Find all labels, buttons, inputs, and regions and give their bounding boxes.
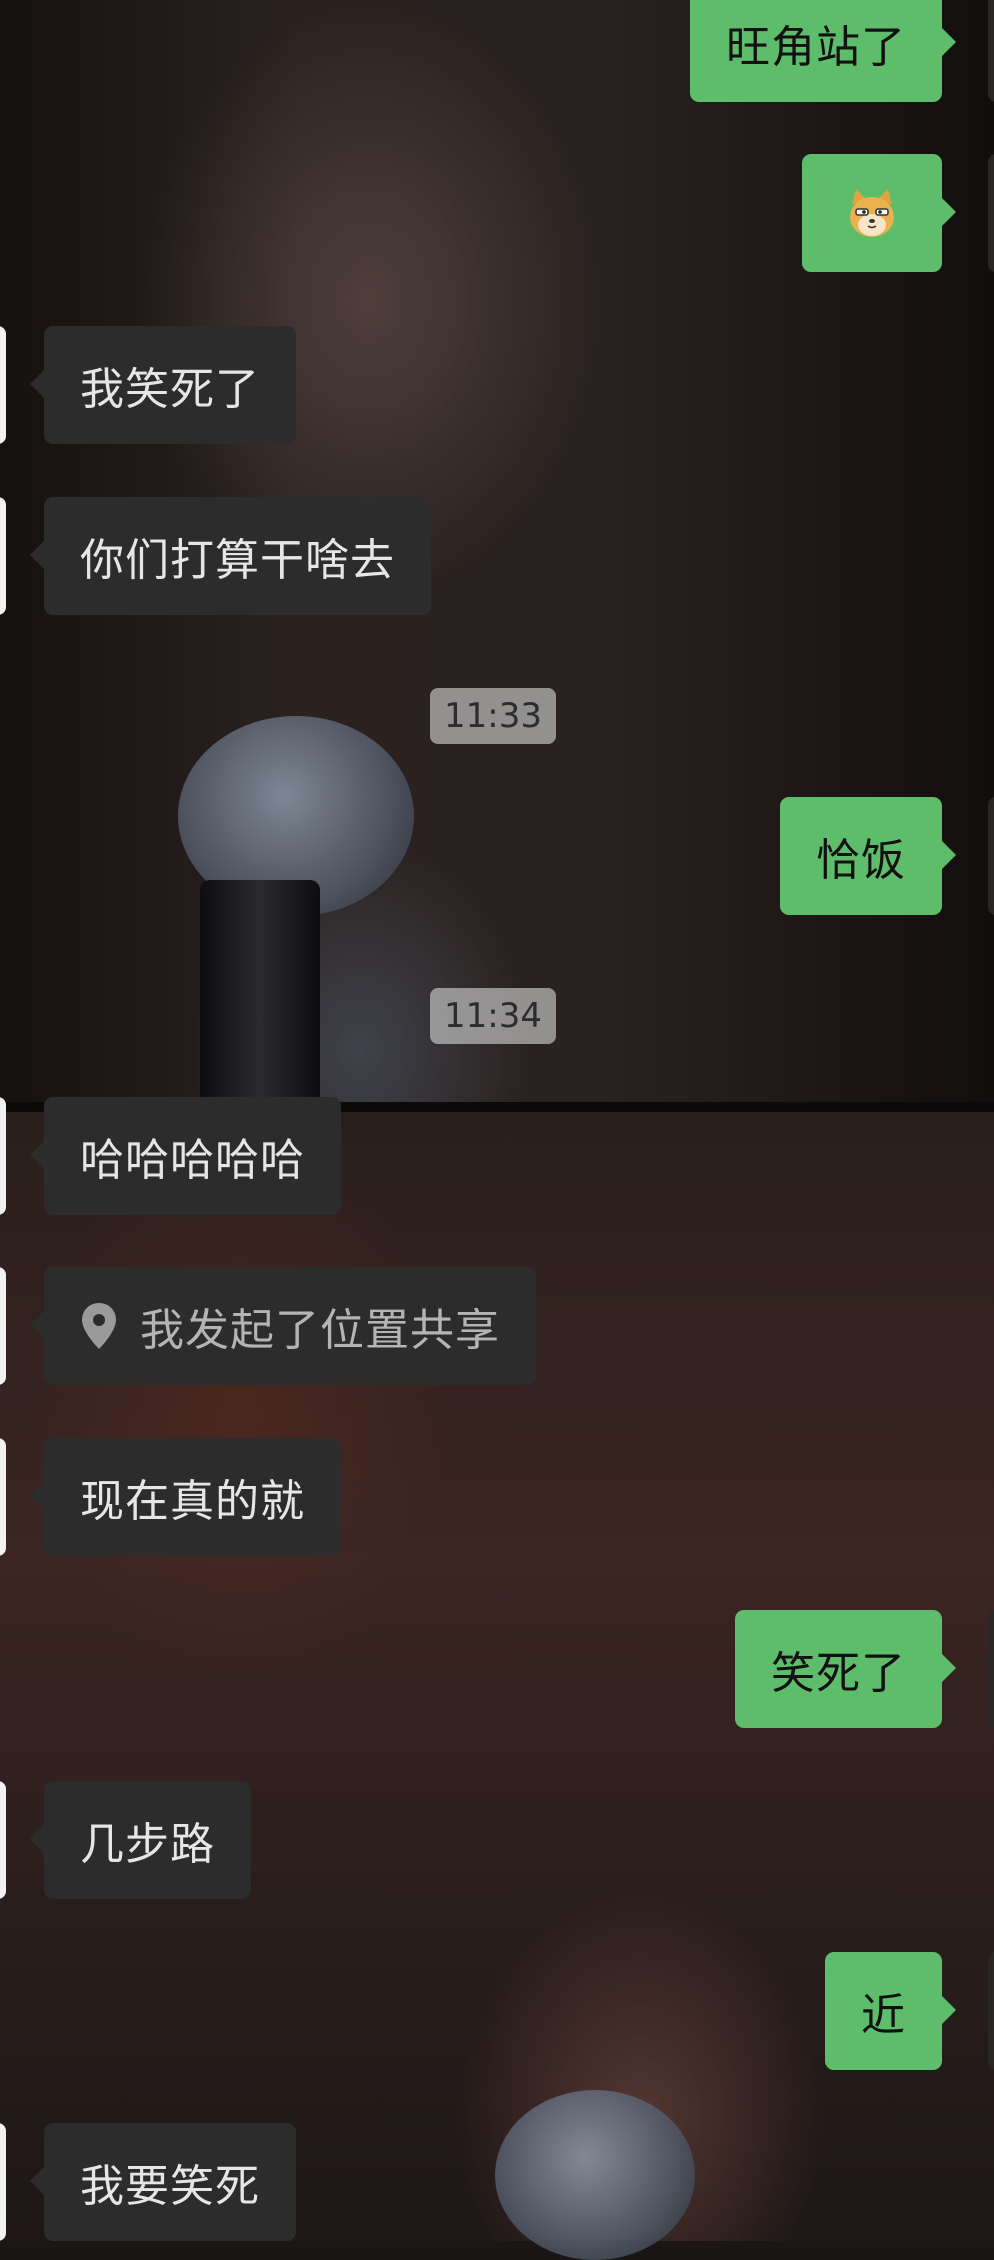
timestamp: 11:34: [430, 988, 556, 1044]
message-bubble[interactable]: 旺角站了: [690, 0, 956, 102]
message-incoming[interactable]: 现在真的就: [30, 1438, 341, 1556]
avatar-contact[interactable]: [0, 2123, 6, 2241]
timestamp: 11:33: [430, 688, 556, 744]
avatar-contact[interactable]: [0, 1267, 6, 1385]
message-incoming[interactable]: 我笑死了: [30, 326, 296, 444]
message-incoming-location-share[interactable]: 我发起了位置共享: [30, 1267, 536, 1385]
message-bubble[interactable]: 我笑死了: [30, 326, 296, 444]
message-outgoing[interactable]: 恰饭: [780, 797, 956, 915]
wallpaper-microphone: [495, 2090, 695, 2260]
message-bubble[interactable]: 哈哈哈哈哈: [30, 1097, 341, 1215]
message-bubble[interactable]: 几步路: [30, 1781, 251, 1899]
message-bubble[interactable]: 恰饭: [780, 797, 956, 915]
avatar-self[interactable]: [988, 154, 994, 272]
message-outgoing[interactable]: 旺角站了: [690, 0, 956, 102]
wallpaper-microphone-handle: [200, 880, 320, 1102]
avatar-contact[interactable]: [0, 1438, 6, 1556]
message-bubble[interactable]: [802, 154, 956, 272]
message-bubble[interactable]: 你们打算干啥去: [30, 497, 431, 615]
avatar-contact[interactable]: [0, 1097, 6, 1215]
avatar-self[interactable]: [988, 1610, 994, 1728]
message-incoming[interactable]: 哈哈哈哈哈: [30, 1097, 341, 1215]
message-outgoing-sticker[interactable]: [802, 154, 956, 272]
message-bubble[interactable]: 我发起了位置共享: [30, 1267, 536, 1385]
message-incoming[interactable]: 我要笑死: [30, 2123, 296, 2241]
message-bubble[interactable]: 近: [825, 1952, 956, 2070]
avatar-contact[interactable]: [0, 497, 6, 615]
avatar-self[interactable]: [988, 797, 994, 915]
message-bubble[interactable]: 现在真的就: [30, 1438, 341, 1556]
message-outgoing[interactable]: 近: [825, 1952, 956, 2070]
location-share-text: 我发起了位置共享: [140, 1305, 500, 1356]
message-bubble[interactable]: 笑死了: [735, 1610, 956, 1728]
avatar-contact[interactable]: [0, 326, 6, 444]
avatar-self[interactable]: [988, 1952, 994, 2070]
location-pin-icon: [82, 1303, 116, 1349]
avatar-contact[interactable]: [0, 1781, 6, 1899]
avatar-self[interactable]: [988, 0, 994, 102]
message-incoming[interactable]: 你们打算干啥去: [30, 497, 431, 615]
message-incoming[interactable]: 几步路: [30, 1781, 251, 1899]
message-outgoing[interactable]: 笑死了: [735, 1610, 956, 1728]
message-bubble[interactable]: 我要笑死: [30, 2123, 296, 2241]
doge-emoji-icon: [850, 189, 894, 237]
